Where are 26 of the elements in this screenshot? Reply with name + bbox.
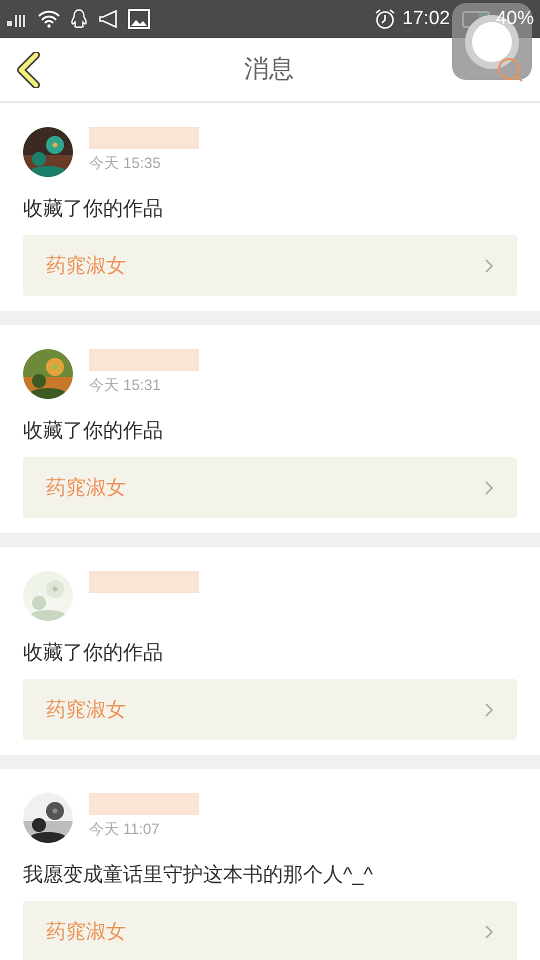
search-icon[interactable]	[496, 56, 524, 84]
work-link[interactable]: 药窕淑女	[23, 679, 517, 740]
megaphone-icon	[98, 10, 118, 28]
work-link[interactable]: 药窕淑女	[23, 235, 517, 296]
chevron-icon	[484, 702, 494, 718]
message-text: 收藏了你的作品	[23, 419, 164, 444]
chevron-icon	[484, 924, 494, 940]
page-title: 消息	[244, 54, 294, 85]
wifi-icon	[38, 10, 60, 28]
message-text: 收藏了你的作品	[23, 197, 164, 222]
chevron-icon	[484, 480, 494, 496]
back-icon[interactable]	[16, 52, 42, 88]
message-time: 今天 11:07	[89, 820, 161, 840]
alarm-icon	[374, 8, 396, 30]
work-link[interactable]: 药窕淑女	[23, 901, 517, 960]
message-text: 收藏了你的作品	[23, 641, 164, 666]
penguin-icon	[70, 9, 88, 29]
chevron-icon	[484, 258, 494, 274]
image-icon	[128, 9, 150, 29]
message-time: 今天 15:35	[89, 154, 162, 174]
floating-assist-button[interactable]	[452, 3, 532, 80]
message-time: 今天 15:31	[89, 376, 162, 396]
clock-time: 17:02	[402, 6, 450, 31]
work-link[interactable]: 药窕淑女	[23, 457, 517, 518]
message-text: 我愿变成童话里守护这本书的那个人^_^	[23, 863, 374, 888]
battery-percent: 40%	[496, 6, 534, 31]
